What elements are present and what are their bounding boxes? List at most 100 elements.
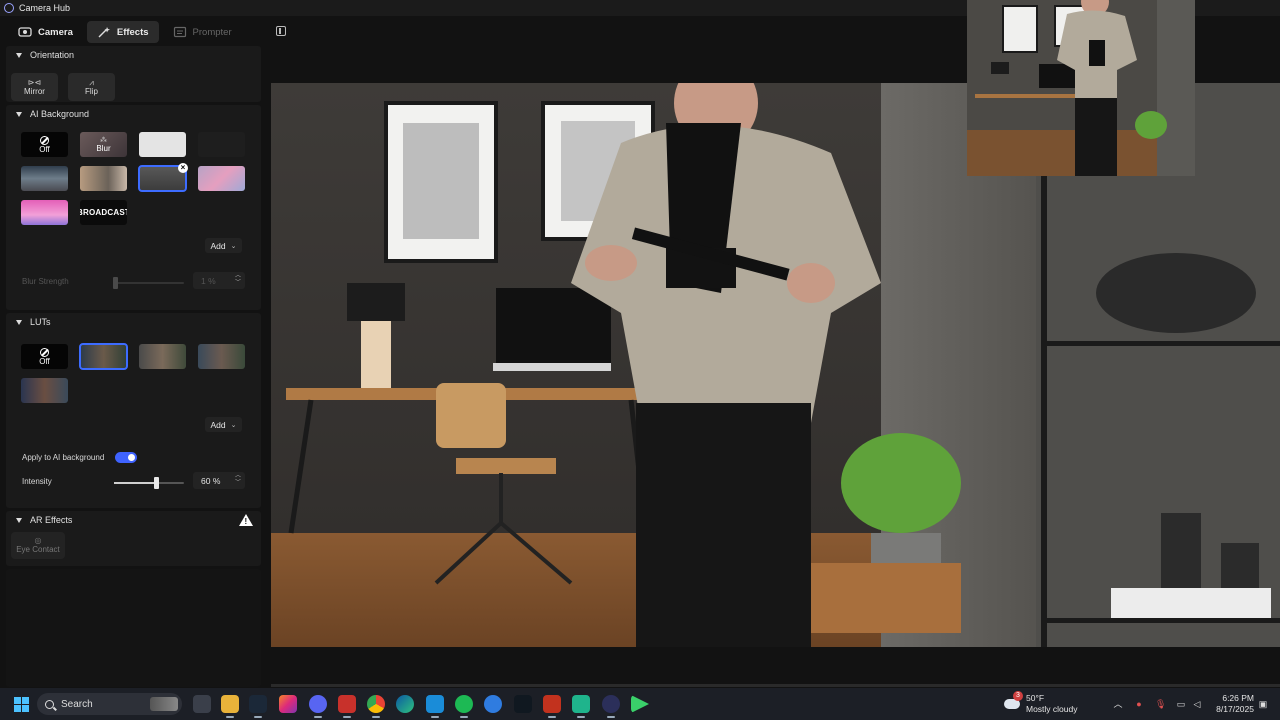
tab-camera-label: Camera — [38, 26, 73, 38]
chrome-icon[interactable] — [367, 695, 385, 718]
luts-add-label: Add — [210, 419, 226, 430]
pip-preview-image — [967, 0, 1195, 176]
prompter-icon — [173, 26, 186, 38]
bg-blur-option[interactable]: ⁂ Blur — [80, 132, 127, 157]
mirror-label: Mirror — [24, 86, 45, 96]
bg-broadcast-option[interactable]: BROADCAST — [80, 200, 127, 225]
flip-button[interactable]: ⩘ Flip — [68, 73, 115, 101]
camera-icon — [18, 27, 32, 37]
sidebar-empty-area — [6, 569, 261, 687]
intensity-fill — [114, 482, 156, 484]
spotify-icon[interactable] — [455, 695, 473, 718]
bg-pink-option[interactable] — [21, 200, 68, 225]
microphone-icon[interactable]: 🎙 — [1155, 699, 1166, 709]
orientation-header[interactable]: Orientation — [6, 46, 261, 64]
bg-office-option[interactable] — [21, 166, 68, 191]
tab-effects[interactable]: Effects — [86, 21, 159, 43]
blur-strength-slider[interactable] — [112, 277, 118, 289]
volume-icon[interactable]: ◁ — [1192, 699, 1202, 709]
ai-background-heading: AI Background — [30, 109, 90, 119]
bg-blur-label: Blur — [96, 144, 111, 153]
blur-strength-value: 1 % — [201, 275, 216, 286]
terminal-icon[interactable] — [514, 695, 532, 713]
edge-icon[interactable] — [396, 695, 414, 713]
magic-wand-icon — [98, 27, 110, 38]
intensity-label: Intensity — [22, 477, 52, 486]
app-red-icon[interactable] — [543, 695, 561, 718]
file-explorer-icon[interactable] — [221, 695, 239, 718]
app-title: Camera Hub — [19, 3, 71, 13]
blur-strength-track[interactable] — [114, 282, 184, 284]
horizontal-scrollbar[interactable] — [271, 684, 1280, 687]
bg-white-option[interactable] — [139, 132, 186, 157]
bg-off-label: Off — [39, 144, 50, 154]
eye-contact-button[interactable]: ◎ Eye Contact — [11, 532, 65, 559]
camera-hub-window: Camera Hub Camera Effects Prompter Orien… — [0, 0, 1280, 688]
steam-icon[interactable] — [249, 695, 267, 718]
video-app-icon[interactable] — [338, 695, 356, 718]
camera-hub-taskbar-icon[interactable] — [602, 695, 620, 718]
warning-icon[interactable]: ! — [239, 514, 253, 526]
spin-arrows-icon[interactable]: ︿ ﹀ — [235, 273, 241, 287]
intensity-input[interactable]: 60 % ︿ ﹀ — [193, 472, 245, 489]
windows-start-icon[interactable] — [14, 697, 29, 712]
caret-down-icon — [16, 111, 22, 117]
lut-option-3[interactable] — [198, 344, 245, 369]
weather-temperature: 50°F — [1026, 693, 1045, 703]
ai-background-add-button[interactable]: Add ⌄ — [205, 238, 242, 253]
notification-bell-icon[interactable]: ▣ — [1258, 699, 1268, 709]
tab-camera[interactable]: Camera — [8, 21, 83, 43]
lut-option-1-selected[interactable] — [79, 343, 128, 370]
broadcast-label: BROADCAST — [80, 208, 127, 217]
ai-background-add-label: Add — [210, 240, 226, 251]
bg-off-option[interactable]: Off — [21, 132, 68, 157]
bg-studio-option[interactable] — [80, 166, 127, 191]
mirror-button[interactable]: ⊳⊲ Mirror — [11, 73, 58, 101]
tray-app-icon[interactable]: ● — [1134, 699, 1144, 709]
pip-preview — [967, 0, 1195, 176]
taskbar-search[interactable]: Search — [37, 693, 182, 715]
outlook-icon[interactable] — [426, 695, 444, 718]
tab-bar: Camera Effects Prompter — [8, 21, 242, 43]
ai-background-header[interactable]: AI Background — [6, 105, 261, 123]
instagram-icon[interactable] — [279, 695, 297, 713]
intensity-slider[interactable] — [154, 477, 159, 489]
chevron-up-icon[interactable]: ︿ — [1113, 699, 1123, 709]
caret-down-icon — [16, 52, 22, 58]
flip-icon: ⩘ — [89, 77, 94, 87]
network-icon[interactable]: ▭ — [1176, 699, 1186, 709]
app-blue-icon[interactable] — [484, 695, 502, 713]
ar-effects-header[interactable]: AR Effects — [6, 511, 261, 529]
remove-icon[interactable]: × — [178, 163, 188, 173]
spin-arrows-icon[interactable]: ︿ ﹀ — [235, 473, 241, 487]
tab-prompter-label: Prompter — [192, 26, 232, 38]
bg-room-option-selected[interactable]: × — [138, 163, 188, 192]
weather-condition: Mostly cloudy — [1026, 704, 1078, 714]
lut-off-option[interactable]: Off — [21, 344, 68, 369]
bg-pastel-option[interactable] — [198, 166, 245, 191]
mirror-icon: ⊳⊲ — [27, 77, 42, 87]
lut-option-2[interactable] — [139, 344, 186, 369]
collapse-sidebar-icon[interactable] — [276, 26, 286, 36]
tab-prompter[interactable]: Prompter — [163, 21, 242, 43]
caret-down-icon — [16, 517, 22, 523]
messenger-icon[interactable] — [309, 695, 327, 718]
task-view-icon[interactable] — [193, 695, 211, 713]
taskbar-clock[interactable]: 6:26 PM 8/17/2025 — [1208, 693, 1254, 715]
luts-heading: LUTs — [30, 317, 51, 327]
lut-option-4[interactable] — [21, 378, 68, 403]
luts-add-button[interactable]: Add ⌄ — [205, 417, 242, 432]
off-icon — [40, 135, 49, 145]
app-arrow-icon[interactable] — [631, 695, 649, 713]
search-icon — [45, 699, 54, 709]
intensity-value: 60 % — [201, 475, 221, 486]
apply-to-ai-background-toggle[interactable] — [115, 452, 137, 463]
tab-effects-label: Effects — [116, 26, 149, 38]
bg-dark-option[interactable] — [198, 132, 245, 157]
taskbar-search-label: Search — [61, 698, 93, 710]
app-green-icon[interactable] — [572, 695, 590, 718]
clock-time: 6:26 PM — [1222, 693, 1254, 703]
luts-header[interactable]: LUTs — [6, 313, 261, 331]
ar-effects-heading: AR Effects — [30, 515, 73, 525]
blur-strength-input[interactable]: 1 % ︿ ﹀ — [193, 272, 245, 289]
